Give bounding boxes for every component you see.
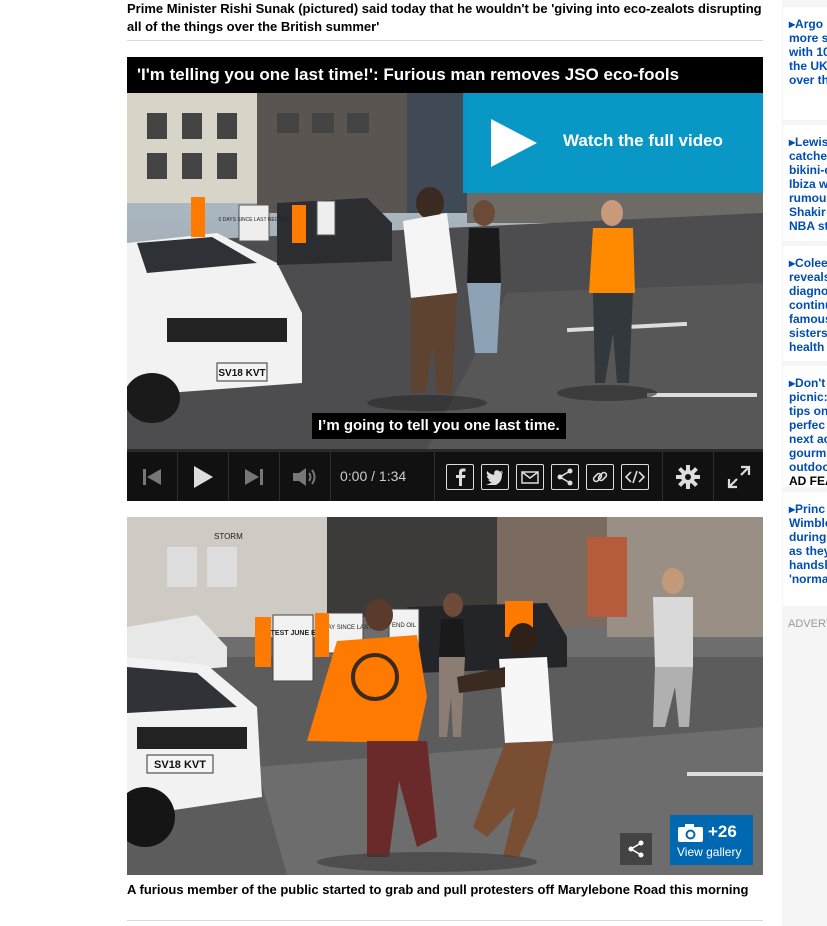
sidebar-item-headline: Colee reveals diagno continu famous sist… [789,256,827,354]
protest-photo-image: STORM SV18 KVT HOTTEST JUNE EVER 0 DAY S… [127,517,763,875]
advert-label: ADVERT [788,618,827,630]
video-controls: 0:00 / 1:34 [127,449,763,501]
next-button[interactable] [229,452,279,501]
previous-button[interactable] [127,452,177,501]
link-icon [592,471,608,483]
shop-sign: STORM [214,532,243,541]
email-icon [521,470,539,484]
ad-feature-tag: AD FEA [789,474,827,487]
play-button[interactable] [178,452,228,501]
skip-forward-icon [245,468,263,485]
play-icon [194,465,213,488]
sidebar-item[interactable]: ▸Argo more s with 10 the UK over th [783,7,827,120]
embed-code-icon [625,470,645,484]
watch-full-video-button[interactable]: Watch the full video [463,93,763,193]
sidebar-item-headline: Argo more s with 10 the UK over th [789,17,827,87]
sidebar-item-headline: Don't picnic: tips on perfec next ac gou… [789,376,827,474]
watch-full-video-label: Watch the full video [563,131,723,150]
fullscreen-button[interactable] [714,452,763,501]
play-icon [491,119,537,167]
divider [127,920,763,921]
camera-icon [678,824,703,842]
sidebar-item-headline: Princ Wimble during as they handsh 'norm… [789,502,827,586]
placard-text: 0 DAYS SINCE LAST RECORD [219,217,290,223]
volume-icon [293,467,316,486]
share-icon [557,468,573,486]
car-plate: SV18 KVT [218,368,265,379]
view-gallery-button[interactable]: +26 View gallery [670,815,753,865]
volume-button[interactable] [280,452,330,501]
gallery-count: +26 [708,822,737,841]
video-player[interactable]: 'I'm telling you one last time!': Furiou… [127,57,763,501]
divider [127,40,763,41]
sidebar-item[interactable]: ▸Princ Wimble during as they handsh 'nor… [783,492,827,606]
placard-end: END OIL [392,623,417,629]
video-title: 'I'm telling you one last time!': Furiou… [127,57,763,93]
facebook-icon [456,468,466,486]
skip-back-icon [143,468,161,485]
photo-share-button[interactable] [620,833,652,865]
email-share-button[interactable] [516,464,544,490]
sidebar-item[interactable]: ▸Colee reveals diagno continu famous sis… [783,246,827,361]
fullscreen-icon [727,465,750,488]
photo-caption: A furious member of the public started t… [127,882,749,897]
embed-button[interactable] [621,464,649,490]
copy-link-button[interactable] [586,464,614,490]
share-button[interactable] [551,464,579,490]
article-photo[interactable]: STORM SV18 KVT HOTTEST JUNE EVER 0 DAY S… [127,517,763,875]
car-plate: SV18 KVT [154,759,206,771]
sidebar-item-headline: Lewis catche bikini-c Ibiza w rumou Shak… [789,135,827,233]
video-subtitle: I’m going to tell you one last time. [312,413,566,439]
twitter-share-button[interactable] [481,464,509,490]
settings-button[interactable] [663,452,713,501]
video-time: 0:00 / 1:34 [340,468,407,484]
share-icon [628,840,644,858]
sidebar-item[interactable]: ▸Don't picnic: tips on perfec next ac go… [783,366,827,487]
sidebar-item[interactable]: ▸Lewis catche bikini-c Ibiza w rumou Sha… [783,125,827,241]
facebook-share-button[interactable] [446,464,474,490]
twitter-icon [486,469,503,485]
gallery-label: View gallery [677,845,742,859]
gear-icon [676,464,700,489]
top-article-caption: Prime Minister Rishi Sunak (pictured) sa… [127,1,762,34]
